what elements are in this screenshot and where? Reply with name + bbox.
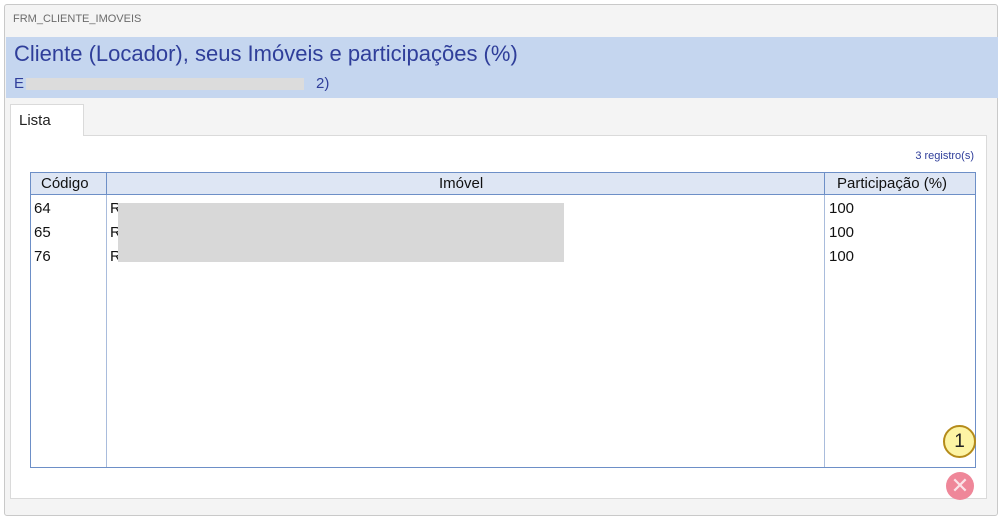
imoveis-grid: Código Imóvel Participação (%) 64 R 100 … bbox=[30, 172, 976, 468]
cell-codigo: 65 bbox=[34, 224, 51, 241]
cell-codigo: 76 bbox=[34, 248, 51, 265]
column-header-participacao[interactable]: Participação (%) bbox=[837, 175, 947, 192]
cell-participacao: 100 bbox=[829, 248, 855, 265]
cell-participacao: 100 bbox=[829, 224, 855, 241]
page-title: Cliente (Locador), seus Imóveis e partic… bbox=[14, 41, 518, 66]
form-name: FRM_CLIENTE_IMOVEIS bbox=[13, 13, 142, 25]
redaction-block bbox=[118, 203, 564, 262]
close-icon: ✕ bbox=[950, 473, 970, 498]
redaction-block bbox=[26, 78, 304, 90]
column-divider[interactable] bbox=[824, 173, 825, 194]
form-header: Cliente (Locador), seus Imóveis e partic… bbox=[6, 37, 998, 98]
record-count: 3 registro(s) bbox=[762, 145, 974, 163]
column-divider[interactable] bbox=[106, 173, 107, 194]
grid-header: Código Imóvel Participação (%) bbox=[31, 173, 975, 195]
close-button[interactable]: ✕ bbox=[946, 472, 974, 500]
subtitle-start: E bbox=[14, 75, 25, 92]
subtitle-end: 2) bbox=[316, 75, 330, 92]
tab-lista[interactable]: Lista bbox=[10, 104, 84, 136]
step-number-badge: 1 bbox=[943, 425, 976, 458]
cell-participacao: 100 bbox=[829, 200, 855, 217]
cell-codigo: 64 bbox=[34, 200, 51, 217]
column-header-imovel[interactable]: Imóvel bbox=[439, 175, 483, 192]
column-header-codigo[interactable]: Código bbox=[41, 175, 89, 192]
